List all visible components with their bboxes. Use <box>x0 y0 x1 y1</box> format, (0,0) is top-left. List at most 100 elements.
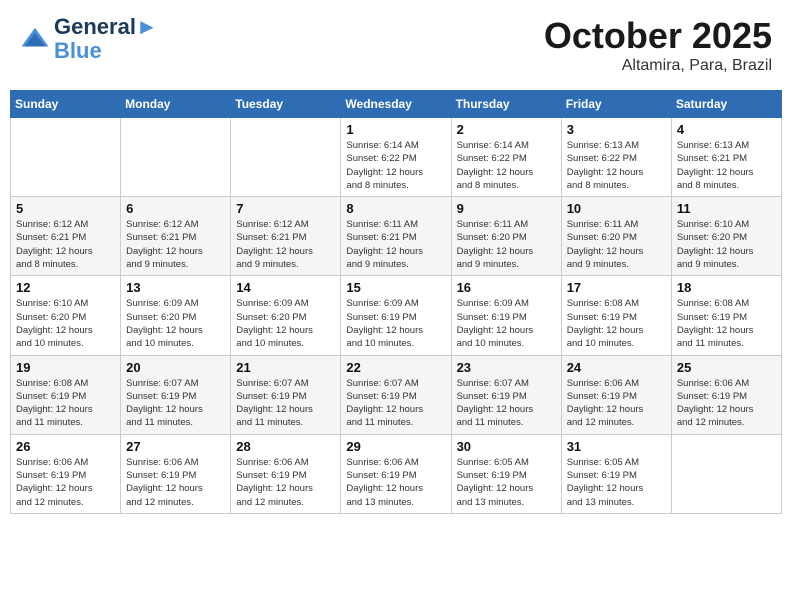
day-info: Sunrise: 6:09 AM Sunset: 6:19 PM Dayligh… <box>457 297 556 350</box>
day-number: 9 <box>457 201 556 216</box>
day-info: Sunrise: 6:06 AM Sunset: 6:19 PM Dayligh… <box>567 377 666 430</box>
weekday-header-tuesday: Tuesday <box>231 91 341 118</box>
calendar-day-cell: 1Sunrise: 6:14 AM Sunset: 6:22 PM Daylig… <box>341 118 451 197</box>
day-info: Sunrise: 6:12 AM Sunset: 6:21 PM Dayligh… <box>236 218 335 271</box>
day-info: Sunrise: 6:07 AM Sunset: 6:19 PM Dayligh… <box>457 377 556 430</box>
day-number: 6 <box>126 201 225 216</box>
day-number: 27 <box>126 439 225 454</box>
day-number: 16 <box>457 280 556 295</box>
day-number: 22 <box>346 360 445 375</box>
day-number: 11 <box>677 201 776 216</box>
calendar-day-cell: 7 Sunrise: 6:12 AM Sunset: 6:21 PM Daylig… <box>231 197 341 276</box>
day-number: 29 <box>346 439 445 454</box>
calendar-day-cell: 31Sunrise: 6:05 AM Sunset: 6:19 PM Dayli… <box>561 434 671 513</box>
day-info: Sunrise: 6:10 AM Sunset: 6:20 PM Dayligh… <box>16 297 115 350</box>
day-info: Sunrise: 6:07 AM Sunset: 6:19 PM Dayligh… <box>346 377 445 430</box>
logo-text: General► Blue <box>54 15 158 63</box>
day-number: 14 <box>236 280 335 295</box>
day-info: Sunrise: 6:11 AM Sunset: 6:20 PM Dayligh… <box>567 218 666 271</box>
day-info: Sunrise: 6:06 AM Sunset: 6:19 PM Dayligh… <box>346 456 445 509</box>
weekday-header-friday: Friday <box>561 91 671 118</box>
calendar-day-cell <box>121 118 231 197</box>
calendar-day-cell: 15 Sunrise: 6:09 AM Sunset: 6:19 PM Dayli… <box>341 276 451 355</box>
calendar-table: SundayMondayTuesdayWednesdayThursdayFrid… <box>10 90 782 514</box>
calendar-day-cell: 13Sunrise: 6:09 AM Sunset: 6:20 PM Dayli… <box>121 276 231 355</box>
day-info: Sunrise: 6:10 AM Sunset: 6:20 PM Dayligh… <box>677 218 776 271</box>
calendar-day-cell: 20 Sunrise: 6:07 AM Sunset: 6:19 PM Dayli… <box>121 355 231 434</box>
day-info: Sunrise: 6:09 AM Sunset: 6:19 PM Dayligh… <box>346 297 445 350</box>
day-number: 7 <box>236 201 335 216</box>
page-header: General► Blue October 2025 Altamira, Par… <box>10 10 782 80</box>
day-info: Sunrise: 6:06 AM Sunset: 6:19 PM Dayligh… <box>677 377 776 430</box>
day-number: 2 <box>457 122 556 137</box>
day-number: 17 <box>567 280 666 295</box>
calendar-week-row: 12 Sunrise: 6:10 AM Sunset: 6:20 PM Dayli… <box>11 276 782 355</box>
day-number: 1 <box>346 122 445 137</box>
calendar-day-cell: 27 Sunrise: 6:06 AM Sunset: 6:19 PM Dayli… <box>121 434 231 513</box>
calendar-day-cell: 6 Sunrise: 6:12 AM Sunset: 6:21 PM Daylig… <box>121 197 231 276</box>
calendar-day-cell <box>671 434 781 513</box>
calendar-day-cell: 23Sunrise: 6:07 AM Sunset: 6:19 PM Dayli… <box>451 355 561 434</box>
calendar-day-cell: 12 Sunrise: 6:10 AM Sunset: 6:20 PM Dayli… <box>11 276 121 355</box>
day-number: 10 <box>567 201 666 216</box>
day-number: 3 <box>567 122 666 137</box>
day-info: Sunrise: 6:07 AM Sunset: 6:19 PM Dayligh… <box>126 377 225 430</box>
day-info: Sunrise: 6:14 AM Sunset: 6:22 PM Dayligh… <box>457 139 556 192</box>
calendar-day-cell: 8 Sunrise: 6:11 AM Sunset: 6:21 PM Daylig… <box>341 197 451 276</box>
weekday-header-row: SundayMondayTuesdayWednesdayThursdayFrid… <box>11 91 782 118</box>
calendar-day-cell: 14Sunrise: 6:09 AM Sunset: 6:20 PM Dayli… <box>231 276 341 355</box>
calendar-week-row: 19 Sunrise: 6:08 AM Sunset: 6:19 PM Dayli… <box>11 355 782 434</box>
day-number: 26 <box>16 439 115 454</box>
calendar-day-cell: 19 Sunrise: 6:08 AM Sunset: 6:19 PM Dayli… <box>11 355 121 434</box>
calendar-day-cell: 3Sunrise: 6:13 AM Sunset: 6:22 PM Daylig… <box>561 118 671 197</box>
calendar-week-row: 5 Sunrise: 6:12 AM Sunset: 6:21 PM Daylig… <box>11 197 782 276</box>
calendar-day-cell: 29 Sunrise: 6:06 AM Sunset: 6:19 PM Dayli… <box>341 434 451 513</box>
day-info: Sunrise: 6:05 AM Sunset: 6:19 PM Dayligh… <box>457 456 556 509</box>
weekday-header-saturday: Saturday <box>671 91 781 118</box>
day-number: 4 <box>677 122 776 137</box>
calendar-day-cell: 9Sunrise: 6:11 AM Sunset: 6:20 PM Daylig… <box>451 197 561 276</box>
weekday-header-monday: Monday <box>121 91 231 118</box>
calendar-day-cell: 26 Sunrise: 6:06 AM Sunset: 6:19 PM Dayli… <box>11 434 121 513</box>
day-info: Sunrise: 6:12 AM Sunset: 6:21 PM Dayligh… <box>16 218 115 271</box>
day-info: Sunrise: 6:07 AM Sunset: 6:19 PM Dayligh… <box>236 377 335 430</box>
title-block: October 2025 Altamira, Para, Brazil <box>544 15 772 75</box>
day-number: 8 <box>346 201 445 216</box>
calendar-day-cell <box>231 118 341 197</box>
weekday-header-sunday: Sunday <box>11 91 121 118</box>
day-info: Sunrise: 6:06 AM Sunset: 6:19 PM Dayligh… <box>16 456 115 509</box>
calendar-day-cell: 4 Sunrise: 6:13 AM Sunset: 6:21 PM Daylig… <box>671 118 781 197</box>
logo: General► Blue <box>20 15 158 63</box>
calendar-day-cell: 22 Sunrise: 6:07 AM Sunset: 6:19 PM Dayli… <box>341 355 451 434</box>
calendar-day-cell: 2 Sunrise: 6:14 AM Sunset: 6:22 PM Daylig… <box>451 118 561 197</box>
calendar-day-cell: 21 Sunrise: 6:07 AM Sunset: 6:19 PM Dayli… <box>231 355 341 434</box>
day-number: 21 <box>236 360 335 375</box>
day-number: 12 <box>16 280 115 295</box>
day-info: Sunrise: 6:11 AM Sunset: 6:21 PM Dayligh… <box>346 218 445 271</box>
calendar-day-cell: 11 Sunrise: 6:10 AM Sunset: 6:20 PM Dayli… <box>671 197 781 276</box>
weekday-header-thursday: Thursday <box>451 91 561 118</box>
calendar-day-cell: 5 Sunrise: 6:12 AM Sunset: 6:21 PM Daylig… <box>11 197 121 276</box>
day-number: 30 <box>457 439 556 454</box>
day-info: Sunrise: 6:06 AM Sunset: 6:19 PM Dayligh… <box>236 456 335 509</box>
day-number: 5 <box>16 201 115 216</box>
calendar-day-cell: 25Sunrise: 6:06 AM Sunset: 6:19 PM Dayli… <box>671 355 781 434</box>
day-number: 13 <box>126 280 225 295</box>
day-info: Sunrise: 6:06 AM Sunset: 6:19 PM Dayligh… <box>126 456 225 509</box>
day-info: Sunrise: 6:05 AM Sunset: 6:19 PM Dayligh… <box>567 456 666 509</box>
calendar-day-cell <box>11 118 121 197</box>
calendar-day-cell: 28Sunrise: 6:06 AM Sunset: 6:19 PM Dayli… <box>231 434 341 513</box>
calendar-day-cell: 16 Sunrise: 6:09 AM Sunset: 6:19 PM Dayli… <box>451 276 561 355</box>
day-info: Sunrise: 6:12 AM Sunset: 6:21 PM Dayligh… <box>126 218 225 271</box>
day-info: Sunrise: 6:13 AM Sunset: 6:21 PM Dayligh… <box>677 139 776 192</box>
day-info: Sunrise: 6:08 AM Sunset: 6:19 PM Dayligh… <box>567 297 666 350</box>
day-number: 20 <box>126 360 225 375</box>
day-info: Sunrise: 6:08 AM Sunset: 6:19 PM Dayligh… <box>16 377 115 430</box>
calendar-day-cell: 24Sunrise: 6:06 AM Sunset: 6:19 PM Dayli… <box>561 355 671 434</box>
calendar-week-row: 26 Sunrise: 6:06 AM Sunset: 6:19 PM Dayli… <box>11 434 782 513</box>
day-info: Sunrise: 6:08 AM Sunset: 6:19 PM Dayligh… <box>677 297 776 350</box>
location: Altamira, Para, Brazil <box>544 57 772 75</box>
day-number: 15 <box>346 280 445 295</box>
calendar-day-cell: 18Sunrise: 6:08 AM Sunset: 6:19 PM Dayli… <box>671 276 781 355</box>
day-number: 19 <box>16 360 115 375</box>
